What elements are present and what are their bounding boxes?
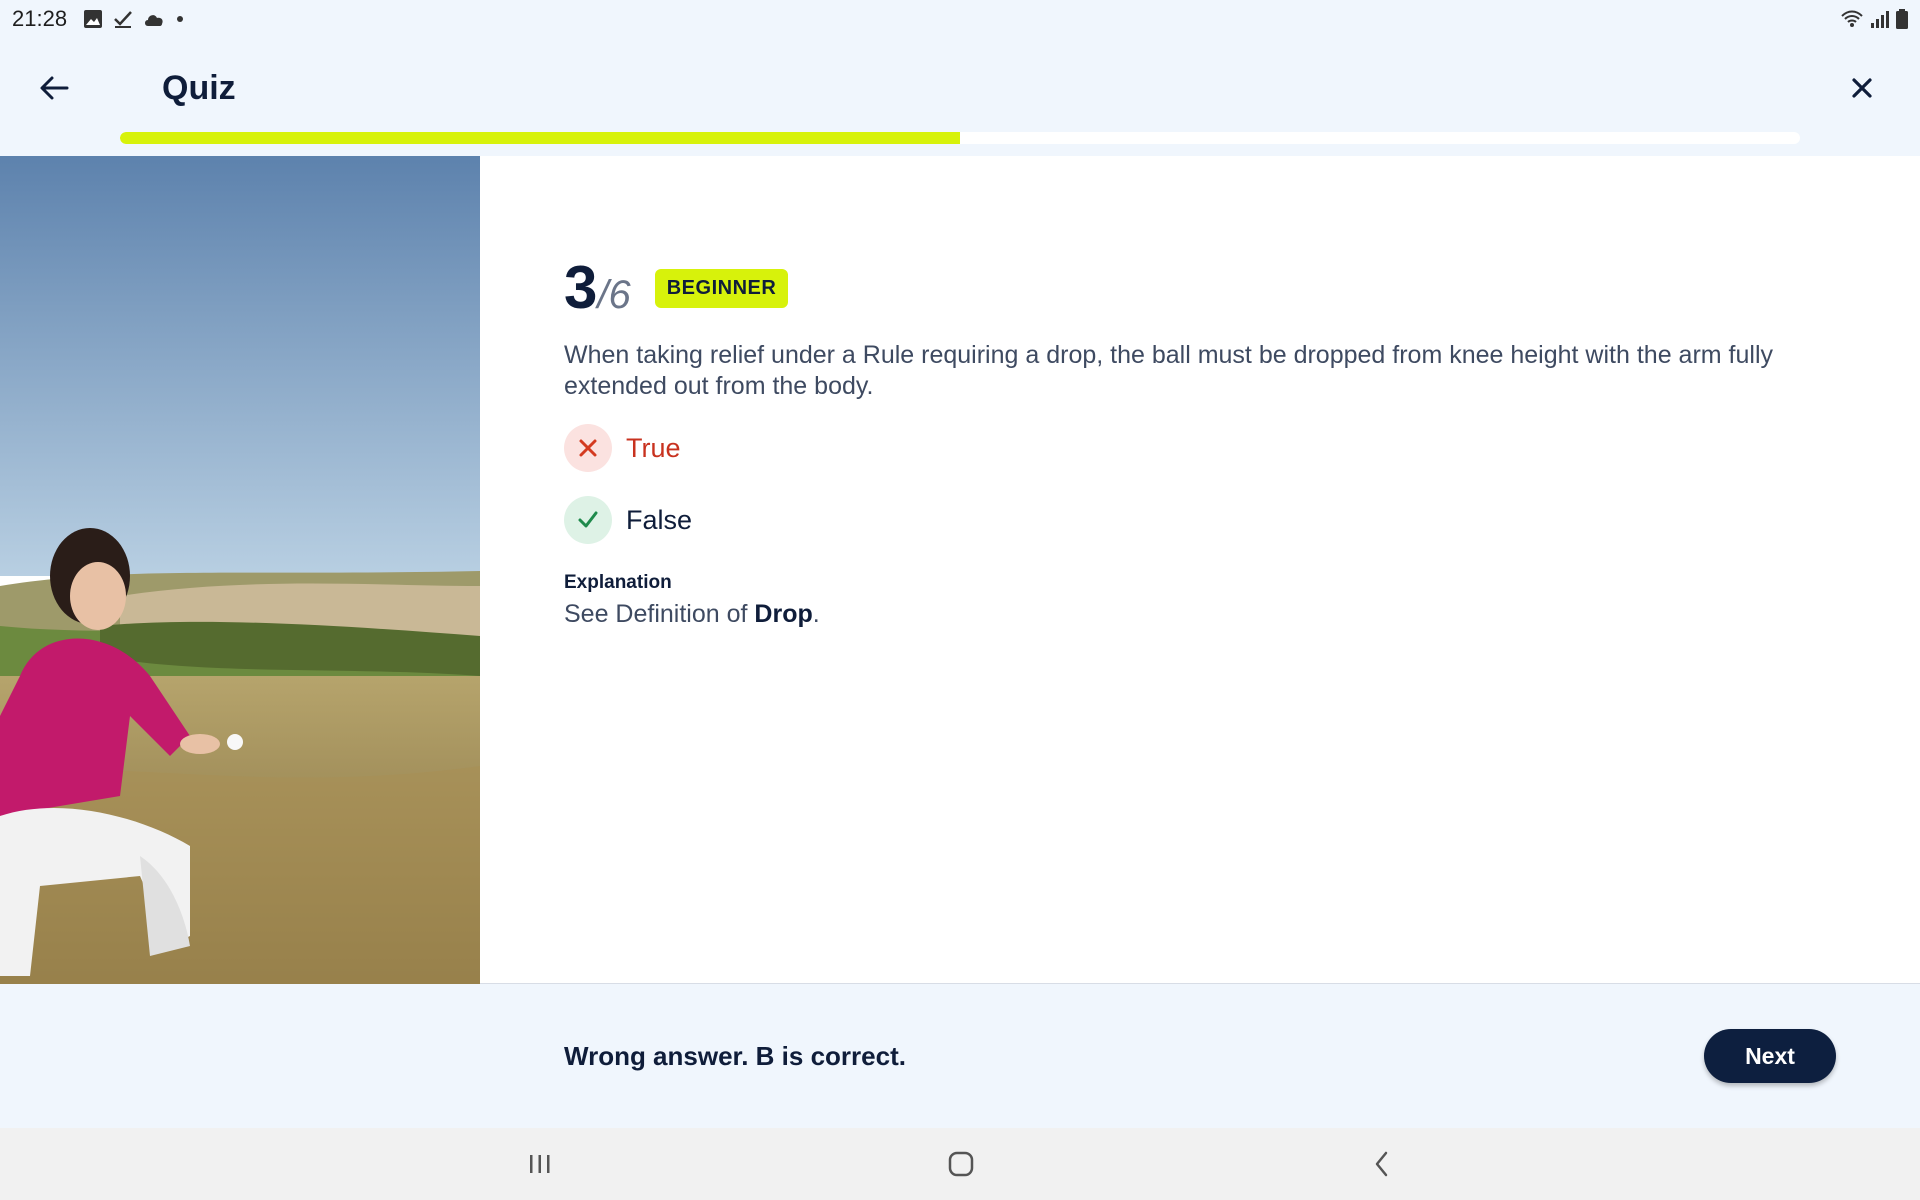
image-icon	[84, 10, 103, 28]
page-title: Quiz	[162, 69, 236, 107]
explanation: Explanation See Definition of Drop.	[564, 572, 1804, 629]
golfer-photo	[0, 156, 480, 984]
option-true[interactable]: True	[564, 424, 1804, 472]
status-time: 21:28	[12, 6, 68, 31]
home-button[interactable]	[931, 1138, 991, 1190]
check-icon	[114, 11, 132, 28]
recent-apps-button[interactable]	[510, 1138, 570, 1190]
status-left: 21:28	[12, 6, 185, 32]
quiz-header: Quiz	[0, 38, 1920, 134]
close-icon	[1852, 78, 1872, 98]
progress-fill	[120, 132, 960, 144]
progress-bar	[120, 132, 1800, 144]
home-icon	[948, 1151, 974, 1177]
question-area: 3 /6 BEGINNER When taking relief under a…	[564, 256, 1804, 629]
quiz-content: 3 /6 BEGINNER When taking relief under a…	[0, 156, 1920, 984]
status-icons-left	[83, 9, 185, 29]
answer-options: True False	[564, 424, 1804, 544]
check-icon	[564, 496, 612, 544]
back-button[interactable]	[30, 64, 78, 112]
explanation-text: See Definition of Drop.	[564, 600, 1804, 629]
question-total: /6	[597, 273, 631, 317]
answer-footer: Wrong answer. B is correct. Next	[0, 985, 1920, 1128]
explanation-suffix: .	[812, 600, 820, 628]
chevron-left-icon	[1375, 1151, 1388, 1177]
question-number: 3	[564, 254, 598, 321]
system-back-button[interactable]	[1352, 1138, 1412, 1190]
wifi-icon	[1841, 10, 1863, 27]
feedback-message: Wrong answer. B is correct.	[564, 1041, 906, 1071]
counter-row: 3 /6 BEGINNER	[564, 256, 1804, 320]
battery-icon	[1896, 9, 1908, 29]
recent-apps-icon	[530, 1155, 550, 1173]
explanation-title: Explanation	[564, 572, 672, 593]
status-right	[1840, 9, 1908, 29]
question-text: When taking relief under a Rule requirin…	[564, 341, 1773, 400]
option-label: False	[626, 504, 693, 535]
dot-icon	[177, 16, 184, 22]
option-label: True	[626, 432, 681, 463]
option-false[interactable]: False	[564, 496, 1804, 544]
wrong-icon	[564, 424, 612, 472]
signal-icon	[1871, 11, 1889, 28]
next-button[interactable]: Next	[1704, 1029, 1836, 1083]
cloud-icon	[145, 15, 163, 26]
question-counter: 3 /6	[564, 258, 631, 318]
definition-link[interactable]: Drop	[754, 600, 812, 628]
system-nav-bar	[0, 1128, 1920, 1200]
arrow-left-icon	[40, 76, 69, 100]
explanation-prefix: See Definition of	[564, 600, 755, 628]
level-badge: BEGINNER	[654, 268, 789, 308]
close-button[interactable]	[1838, 64, 1886, 112]
status-bar: 21:28	[0, 0, 1920, 38]
